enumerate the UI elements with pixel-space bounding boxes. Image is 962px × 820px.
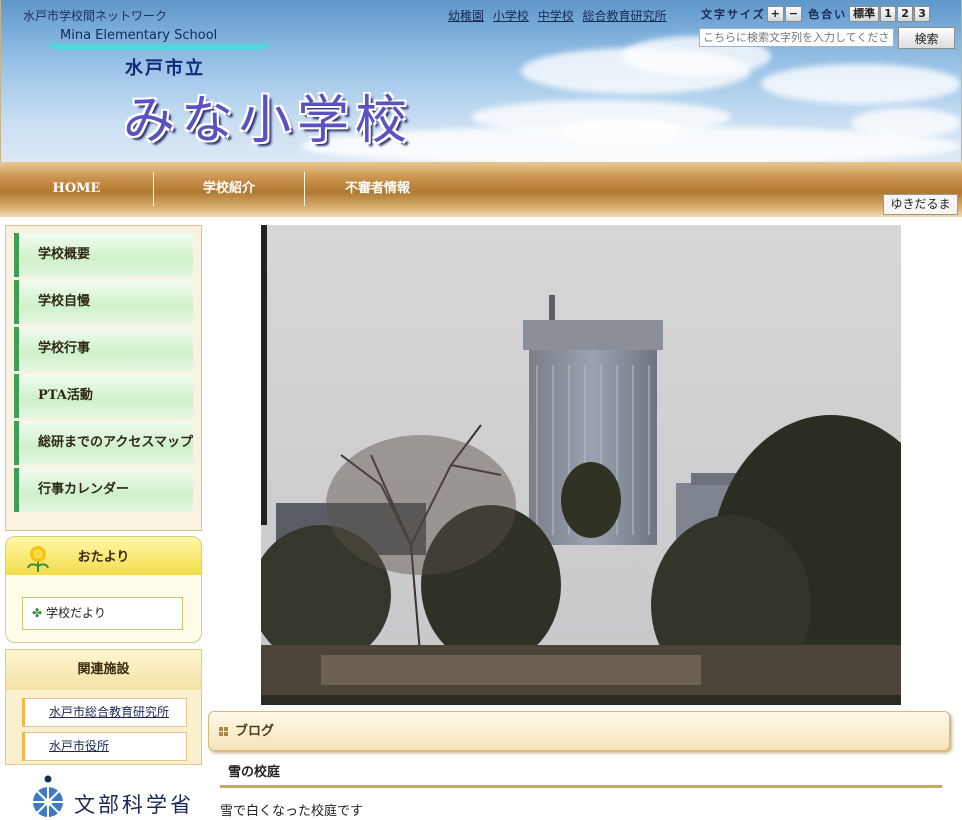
nav-home[interactable]: HOME <box>0 172 153 206</box>
newsletter-title: おたより <box>77 550 130 565</box>
main-nav: HOME 学校紹介 不審者情報 <box>0 162 962 217</box>
related-facilities-title: 関連施設 <box>6 650 201 690</box>
school-city-label: 水戸市立 <box>125 58 205 79</box>
sidebar-item-school-overview[interactable]: 学校概要 <box>14 233 193 277</box>
link-education-research-center[interactable]: 水戸市総合教育研究所 <box>22 698 187 727</box>
link-junior-high[interactable]: 中学校 <box>538 9 574 23</box>
search-input[interactable] <box>699 28 894 47</box>
sidebar-item-event-calendar[interactable]: 行事カレンダー <box>14 468 193 512</box>
font-decrease-button[interactable]: − <box>784 6 803 22</box>
color-label: 色合い <box>808 8 848 21</box>
sidebar-item-school-events[interactable]: 学校行事 <box>14 327 193 371</box>
newsletter-header: おたより <box>6 537 201 575</box>
font-size-label: 文字サイズ <box>701 8 766 21</box>
campus-photo <box>261 225 901 705</box>
blog-title: ブログ <box>235 724 275 739</box>
nav-school-intro[interactable]: 学校紹介 <box>154 172 304 206</box>
search-button[interactable]: 検索 <box>898 27 955 49</box>
snowman-tag[interactable]: ゆきだるま <box>883 194 958 215</box>
font-increase-button[interactable]: + <box>766 6 784 22</box>
mext-label: 文部科学省 <box>74 793 194 817</box>
mext-banner[interactable]: 文部科学省 <box>30 774 210 820</box>
school-newsletter-link[interactable]: ✤ 学校だより <box>22 597 183 630</box>
newsletter-panel: おたより ✤ 学校だより <box>5 536 202 643</box>
site-header: 水戸市学校間ネットワーク Mina Elementary School 水戸市立… <box>0 0 962 162</box>
display-controls: 文字サイズ + − 色合い 標準 1 2 3 <box>701 6 931 22</box>
school-name-en: Mina Elementary School <box>48 28 270 50</box>
sidebar-menu: 学校概要 学校自慢 学校行事 PTA活動 総研までのアクセスマップ 行事カレンダ… <box>5 225 202 531</box>
blog-bullet-icon <box>219 727 229 737</box>
clover-icon: ✤ <box>32 606 43 620</box>
color-option-3-button[interactable]: 3 <box>914 6 931 22</box>
link-city-hall[interactable]: 水戸市役所 <box>22 732 187 761</box>
school-newsletter-label: 学校だより <box>46 606 106 620</box>
link-education-institute[interactable]: 総合教育研究所 <box>583 9 667 23</box>
sidebar-item-pta[interactable]: PTA活動 <box>14 374 193 418</box>
link-elementary[interactable]: 小学校 <box>493 9 529 23</box>
sidebar-item-school-pride[interactable]: 学校自慢 <box>14 280 193 324</box>
network-title: 水戸市学校間ネットワーク <box>23 9 168 23</box>
link-kindergarten[interactable]: 幼稚園 <box>448 9 484 23</box>
school-type-links: 幼稚園 小学校 中学校 総合教育研究所 <box>448 7 672 24</box>
post-title[interactable]: 雪の校庭 <box>220 762 942 788</box>
mext-logo-icon <box>33 775 63 817</box>
color-option-1-button[interactable]: 1 <box>880 6 897 22</box>
nav-suspicious-person-info[interactable]: 不審者情報 <box>305 172 450 206</box>
post-body: 雪で白くなった校庭です <box>220 804 364 819</box>
blog-header: ブログ <box>208 711 950 751</box>
sidebar-item-access-map[interactable]: 総研までのアクセスマップ <box>14 421 193 465</box>
school-name-logo: みな小学校 <box>123 91 414 151</box>
color-standard-button[interactable]: 標準 <box>849 6 880 22</box>
dandelion-icon <box>27 546 49 572</box>
related-facilities-panel: 関連施設 水戸市総合教育研究所 水戸市役所 <box>5 649 202 765</box>
color-option-2-button[interactable]: 2 <box>897 6 914 22</box>
